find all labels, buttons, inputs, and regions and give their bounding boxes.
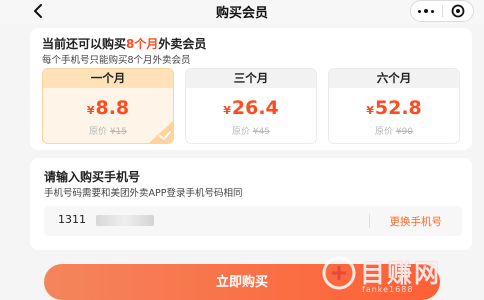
- purchase-card: 当前还可以购买8个月外卖会员 每个手机号只能购买8个月外卖会员 一个月 ¥8.8…: [30, 28, 472, 150]
- plan-currency: ¥: [366, 104, 374, 117]
- phone-title: 请输入购买手机号: [44, 170, 141, 184]
- plan-name: 三个月: [186, 69, 316, 88]
- more-dots-icon: [418, 9, 435, 13]
- phone-input[interactable]: 1311 更换手机号: [44, 206, 462, 236]
- phone-divider: [369, 214, 370, 228]
- plan-original-value: ¥15: [109, 127, 128, 137]
- watermark-url: fanke1688: [362, 285, 414, 294]
- watermark-logo-icon: [322, 256, 356, 290]
- phone-number-value: 1311: [58, 213, 86, 226]
- purchase-title-suffix: 外卖会员: [158, 37, 207, 51]
- plan-one-month[interactable]: 一个月 ¥8.8 原价 ¥15: [42, 68, 174, 144]
- target-close-icon: [451, 4, 465, 18]
- plan-name: 六个月: [329, 69, 459, 88]
- plan-original-price: 原价 ¥45: [186, 124, 316, 137]
- plan-original-label: 原价: [88, 127, 107, 137]
- change-phone-button[interactable]: 更换手机号: [390, 214, 443, 229]
- plan-original-price: 原价 ¥90: [329, 124, 459, 137]
- plan-six-months[interactable]: 六个月 ¥52.8 原价 ¥90: [328, 68, 460, 144]
- more-button[interactable]: [411, 9, 442, 13]
- plan-three-months[interactable]: 三个月 ¥26.4 原价 ¥45: [185, 68, 317, 144]
- selected-check-icon: [149, 121, 173, 143]
- plan-currency: ¥: [86, 104, 95, 117]
- plan-currency: ¥: [223, 104, 231, 117]
- plan-price-value: 52.8: [374, 97, 422, 119]
- plan-price-value: 8.8: [95, 97, 130, 119]
- plan-name: 一个月: [43, 69, 173, 88]
- purchase-title: 当前还可以购买8个月外卖会员: [42, 35, 206, 52]
- plan-price: ¥26.4: [186, 97, 316, 122]
- mini-program-capsule: [410, 0, 474, 22]
- purchase-title-prefix: 当前还可以购买: [42, 37, 127, 51]
- plan-price: ¥8.8: [43, 97, 173, 122]
- watermark: 目赚网 fanke1688: [322, 254, 478, 298]
- purchase-title-highlight: 8个月: [126, 37, 159, 51]
- purchase-subtitle: 每个手机号只能购买8个月外卖会员: [42, 55, 191, 66]
- navigation-bar: 购买会员: [0, 0, 484, 24]
- plan-price-value: 26.4: [231, 97, 279, 119]
- plan-original-label: 原价: [374, 127, 393, 137]
- plan-original-value: ¥90: [395, 127, 414, 137]
- plan-price: ¥52.8: [329, 97, 459, 122]
- plan-original-value: ¥45: [252, 127, 271, 137]
- close-button[interactable]: [443, 4, 474, 18]
- phone-card: 请输入购买手机号 手机号码需要和美团外卖APP登录手机号码相同 1311 更换手…: [30, 158, 472, 250]
- plan-original-label: 原价: [231, 127, 250, 137]
- phone-number-masked: [96, 215, 154, 226]
- phone-subtitle: 手机号码需要和美团外卖APP登录手机号码相同: [44, 188, 243, 199]
